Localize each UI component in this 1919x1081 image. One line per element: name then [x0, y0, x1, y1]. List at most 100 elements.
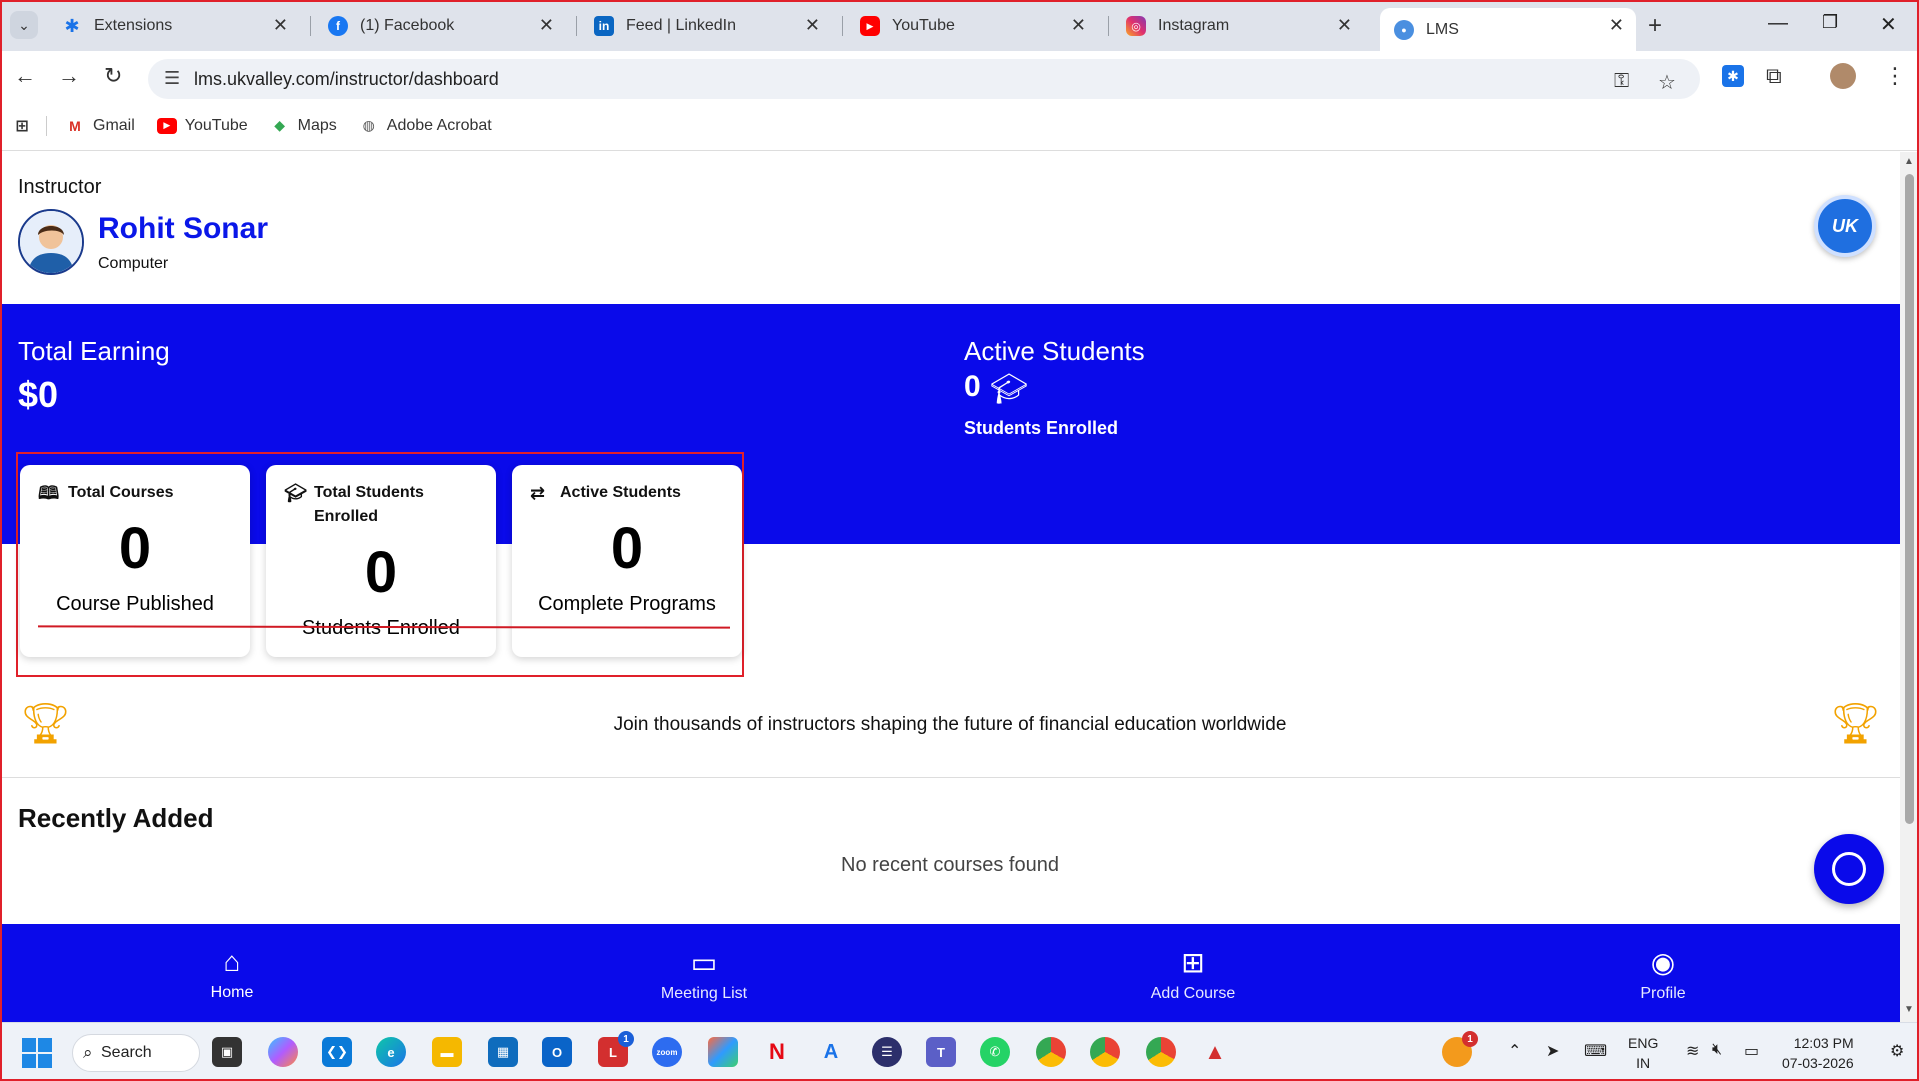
floating-action-button[interactable] [1814, 834, 1884, 904]
tab-extensions[interactable]: ✱ Extensions ✕ [48, 8, 300, 44]
tab-youtube[interactable]: ▶ YouTube ✕ [846, 8, 1098, 44]
battery-icon[interactable]: ▭ [1744, 1041, 1759, 1061]
extension-icon[interactable]: ✱ [1722, 65, 1744, 87]
card-subtitle: Complete Programs [538, 593, 716, 615]
person-avatar-icon [20, 211, 82, 273]
zoom-icon[interactable]: zoom [652, 1037, 682, 1067]
location-arrow-icon[interactable]: ➤ [1546, 1041, 1559, 1061]
window-close-icon[interactable]: ✕ [1880, 12, 1897, 37]
wifi-icon[interactable]: ≋ [1686, 1041, 1699, 1061]
l-app-icon[interactable]: L1 [598, 1031, 634, 1067]
bookmark-adobe-acrobat[interactable]: ◍ Adobe Acrobat [359, 117, 492, 135]
clock-date: 07-03-2026 [1782, 1055, 1854, 1071]
whatsapp-icon[interactable]: ✆ [980, 1037, 1010, 1067]
password-key-icon[interactable]: ⚿ [1614, 70, 1629, 93]
taskbar-search-label: Search [101, 1044, 152, 1061]
book-icon: 🕮 [38, 483, 60, 503]
close-icon[interactable]: ✕ [539, 15, 554, 36]
notifications-bell-icon[interactable]: ⚙ [1890, 1041, 1904, 1061]
bookmark-youtube[interactable]: ▶ YouTube [156, 116, 248, 135]
bookmark-label: YouTube [184, 116, 248, 134]
windows-start-icon[interactable] [22, 1038, 52, 1068]
keyboard-icon[interactable]: ⌨ [1584, 1041, 1607, 1061]
vscode-icon[interactable]: ❮❯ [322, 1037, 352, 1067]
uk-valley-logo[interactable]: UK [1814, 195, 1876, 257]
region-code: IN [1636, 1055, 1651, 1071]
netflix-icon[interactable]: N [762, 1037, 792, 1067]
close-icon[interactable]: ✕ [1071, 15, 1086, 36]
task-view-icon[interactable]: ▣ [212, 1037, 242, 1067]
paint-app-icon[interactable]: ▲ [1200, 1037, 1230, 1067]
close-icon[interactable]: ✕ [1337, 15, 1352, 36]
bookmark-maps[interactable]: ◆ Maps [270, 117, 337, 135]
tab-label: Extensions [94, 17, 173, 34]
nav-home[interactable]: ⌂ Home [152, 946, 312, 1002]
scroll-down-icon[interactable]: ▼ [1904, 1004, 1914, 1015]
language-indicator[interactable]: ENG IN [1628, 1033, 1658, 1073]
bookmark-gmail[interactable]: M Gmail [65, 117, 135, 135]
forward-arrow-icon[interactable]: → [58, 63, 80, 89]
tab-label: Feed | LinkedIn [626, 17, 737, 34]
profile-avatar-icon[interactable] [1830, 63, 1856, 89]
home-icon: ⌂ [223, 946, 241, 977]
tab-facebook[interactable]: f (1) Facebook ✕ [314, 8, 566, 44]
graduation-cap-icon: 🎓︎ [284, 483, 307, 503]
puzzle-icon: ✱ [64, 15, 80, 36]
m365-icon[interactable] [708, 1037, 738, 1067]
tab-instagram[interactable]: ◎ Instagram ✕ [1112, 8, 1364, 44]
file-explorer-icon[interactable]: ▬ [432, 1037, 462, 1067]
speaker-muted-icon[interactable]: 🔇︎ [1712, 1041, 1722, 1059]
tab-separator [576, 16, 577, 36]
chrome-active-icon[interactable] [1090, 1037, 1120, 1067]
trophy-icon: 🏆︎ [1830, 702, 1881, 746]
url-text: lms.ukvalley.com/instructor/dashboard [194, 68, 499, 89]
address-bar[interactable]: ☰ lms.ukvalley.com/instructor/dashboard … [148, 59, 1700, 99]
nav-label: Add Course [1150, 985, 1236, 1002]
close-icon[interactable]: ✕ [273, 15, 288, 36]
scroll-up-icon[interactable]: ▲ [1904, 156, 1914, 167]
card-subtitle: Students Enrolled [302, 617, 460, 639]
card-title: Active Students [560, 484, 681, 501]
outlook-icon[interactable]: O [542, 1037, 572, 1067]
new-tab-plus-icon[interactable]: + [1648, 12, 1662, 40]
chevron-up-icon[interactable]: ⌃ [1508, 1041, 1521, 1061]
eclipse-icon[interactable]: ☰ [872, 1037, 902, 1067]
active-students-label: Active Students [964, 336, 1145, 366]
back-arrow-icon[interactable]: ← [14, 63, 36, 89]
extensions-puzzle-icon[interactable]: ⧉ [1766, 63, 1782, 89]
store-icon[interactable]: ▦ [488, 1037, 518, 1067]
system-clock[interactable]: 12:03 PM 07-03-2026 [1782, 1033, 1854, 1073]
chrome-icon[interactable] [1036, 1037, 1066, 1067]
close-icon[interactable]: ✕ [1609, 15, 1624, 36]
nav-add-course[interactable]: ⊞ Add Course [1113, 946, 1273, 1003]
lens-icon[interactable]: 1 [1442, 1031, 1478, 1067]
bookmark-separator [46, 115, 47, 136]
page-scrollbar[interactable]: ▲ ▼ [1900, 152, 1919, 1022]
app-store-icon[interactable]: A [816, 1037, 846, 1067]
youtube-icon: ▶ [156, 117, 177, 134]
tab-label: (1) Facebook [360, 17, 455, 34]
tab-search-chevron-icon[interactable]: ⌄ [10, 11, 38, 39]
close-icon[interactable]: ✕ [805, 15, 820, 36]
minimize-icon[interactable]: — [1768, 12, 1788, 35]
stat-card-total-students: 🎓︎ Total Students Enrolled 0 Students En… [266, 465, 496, 657]
chrome-profile-icon[interactable] [1146, 1037, 1176, 1067]
copilot-icon[interactable] [268, 1037, 298, 1067]
taskbar-search[interactable]: ⌕ Search [72, 1034, 200, 1072]
restore-icon[interactable]: ❐ [1822, 12, 1838, 33]
bookmarks-bar: ⊞ M Gmail ▶ YouTube ◆ Maps ◍ Adobe Acrob… [0, 101, 1919, 151]
avatar [18, 209, 84, 275]
edge-icon[interactable]: e [376, 1037, 406, 1067]
card-title: Total Students Enrolled [314, 484, 424, 525]
scroll-thumb[interactable] [1905, 174, 1914, 824]
nav-meeting-list[interactable]: ▭ Meeting List [624, 946, 784, 1003]
bookmark-star-icon[interactable]: ☆ [1658, 70, 1676, 95]
kebab-menu-icon[interactable]: ⋮ [1884, 63, 1906, 89]
tab-linkedin[interactable]: in Feed | LinkedIn ✕ [580, 8, 832, 44]
site-settings-icon[interactable]: ☰ [164, 68, 180, 89]
teams-icon[interactable]: T [926, 1037, 956, 1067]
nav-profile[interactable]: ◉ Profile [1583, 946, 1743, 1003]
apps-grid-icon[interactable]: ⊞ [12, 118, 40, 135]
reload-icon[interactable]: ↻ [104, 63, 122, 89]
tab-lms[interactable]: ● LMS ✕ [1380, 8, 1636, 51]
